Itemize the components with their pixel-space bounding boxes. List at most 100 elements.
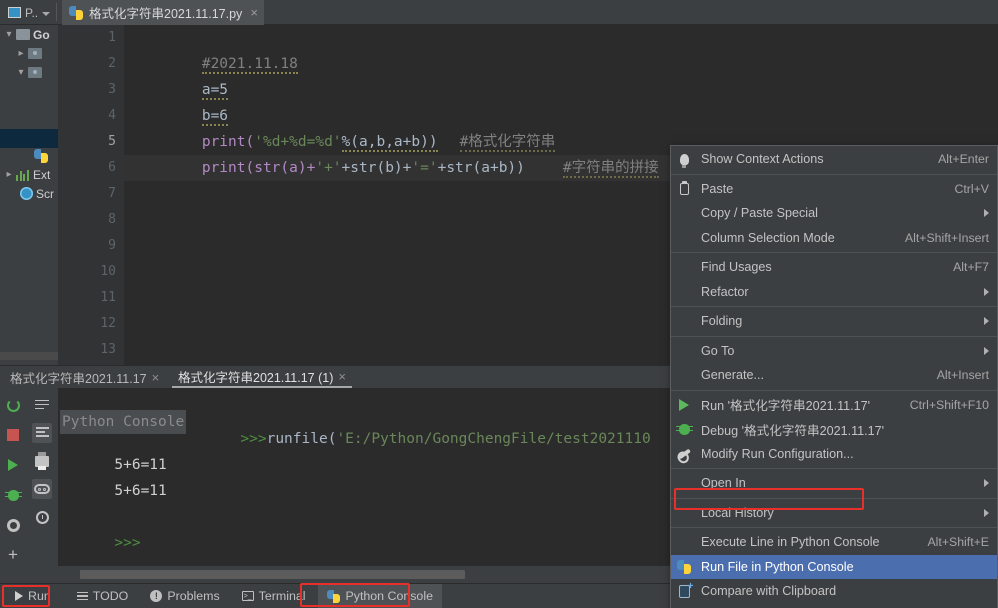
line-number: 6	[108, 160, 116, 175]
menu-item-accelerator: Alt+Shift+E	[927, 535, 989, 550]
tree-item-child-2[interactable]: ▾	[0, 63, 58, 82]
settings-button[interactable]	[3, 515, 23, 535]
menu-item-column-selection-mode[interactable]: Column Selection Mode Alt+Shift+Insert	[671, 226, 997, 251]
tree-item-py-file[interactable]	[0, 146, 58, 165]
folder-sub-icon	[28, 48, 42, 59]
statusbar-todo[interactable]: TODO	[68, 584, 138, 608]
line-number: 13	[100, 342, 116, 357]
menu-separator	[671, 527, 997, 528]
menu-item-label: Refactor	[701, 284, 749, 299]
code-line-2: a=5	[132, 51, 229, 100]
menu-item-run-file-in-python-console[interactable]: Run File in Python Console	[671, 554, 997, 579]
menu-item-create-gist[interactable]: Create Gist...	[671, 604, 997, 608]
close-icon[interactable]: ×	[152, 370, 160, 385]
menu-item-copy-paste-special[interactable]: Copy / Paste Special	[671, 201, 997, 226]
console-line-2: 5+6=11	[62, 452, 166, 499]
menu-item-show-context-actions[interactable]: Show Context Actions Alt+Enter	[671, 147, 997, 172]
chevron-down-icon[interactable]: ▾	[2, 29, 16, 40]
code-string: '+'	[315, 160, 342, 176]
project-tree-sidebar[interactable]: ▾ Go ▸ ▾ ▸ Ext Scr	[0, 25, 58, 365]
menu-item-accelerator: Ctrl+Shift+F10	[909, 397, 989, 412]
editor-horizontal-scrollbar[interactable]	[0, 352, 58, 360]
statusbar-terminal[interactable]: >_ Terminal	[233, 584, 315, 608]
menu-item-label: Copy / Paste Special	[701, 206, 818, 221]
rerun-button[interactable]	[3, 395, 23, 415]
close-icon[interactable]: ×	[338, 369, 346, 384]
statusbar-run[interactable]: Run	[6, 584, 60, 608]
python-file-icon	[34, 148, 48, 163]
tree-item-external-libraries[interactable]: ▸ Ext	[0, 165, 58, 184]
menu-item-accelerator: Alt+F7	[953, 260, 989, 275]
code-string: '='	[411, 160, 438, 176]
menu-separator	[671, 252, 997, 253]
statusbar-label: Terminal	[258, 589, 306, 603]
menu-item-open-in[interactable]: Open In	[671, 471, 997, 496]
menu-item-execute-line-in-python-console[interactable]: Execute Line in Python Console Alt+Shift…	[671, 530, 997, 555]
menu-item-refactor[interactable]: Refactor	[671, 280, 997, 305]
tree-item-root[interactable]: ▾ Go	[0, 25, 58, 44]
menu-item-run-file[interactable]: Run '格式化字符串2021.11.17' Ctrl+Shift+F10	[671, 393, 997, 418]
statusbar-label: Python Console	[345, 589, 433, 603]
console-path: 'E:/Python/GongChengFile/test2021110	[336, 431, 651, 447]
menu-item-find-usages[interactable]: Find Usages Alt+F7	[671, 255, 997, 280]
menu-item-modify-run-configuration[interactable]: Modify Run Configuration...	[671, 442, 997, 467]
statusbar-problems[interactable]: ! Problems	[141, 584, 228, 608]
code-line-1: #2021.11.18	[132, 25, 298, 74]
add-button[interactable]: +	[3, 545, 23, 565]
show-variables-icon	[34, 484, 50, 494]
code-line-4: print('%d+%d=%d'%(a,b,a+b)) #格式化字符串	[132, 103, 556, 152]
menu-item-accelerator: Alt+Insert	[936, 368, 989, 383]
wrench-icon	[676, 446, 692, 462]
menu-item-accelerator: Alt+Shift+Insert	[904, 230, 989, 245]
code-text: +str(b)+	[341, 160, 412, 176]
close-icon[interactable]: ×	[248, 6, 258, 19]
soft-wrap-button[interactable]	[32, 395, 52, 415]
menu-item-label: Find Usages	[701, 260, 772, 275]
submenu-arrow-icon	[984, 479, 989, 488]
project-tool-button[interactable]: P..	[4, 2, 54, 23]
chevron-right-icon[interactable]: ▸	[14, 48, 28, 59]
line-number: 11	[100, 290, 116, 305]
menu-item-compare-with-clipboard[interactable]: Compare with Clipboard	[671, 579, 997, 604]
console-tab-0[interactable]: 格式化字符串2021.11.17 ×	[4, 366, 165, 388]
settings-icon	[6, 518, 20, 532]
run-button[interactable]	[3, 455, 23, 475]
menu-item-label: Run File in Python Console	[701, 559, 854, 574]
project-button-label: P..	[25, 5, 39, 20]
chevron-down-icon[interactable]: ▾	[14, 67, 28, 78]
editor-tab-active[interactable]: 格式化字符串2021.11.17.py ×	[62, 0, 264, 25]
console-tab-1[interactable]: 格式化字符串2021.11.17 (1) ×	[172, 366, 352, 388]
show-variables-button[interactable]	[32, 479, 52, 499]
tree-item-scratches[interactable]: Scr	[0, 184, 58, 203]
menu-separator	[671, 306, 997, 307]
submenu-arrow-icon	[984, 346, 989, 355]
menu-item-folding[interactable]: Folding	[671, 309, 997, 334]
print-button[interactable]	[32, 451, 52, 471]
menu-item-local-history[interactable]: Local History	[671, 501, 997, 526]
line-number: 2	[108, 56, 116, 71]
line-number: 8	[108, 212, 116, 227]
menu-item-debug-file[interactable]: Debug '格式化字符串2021.11.17'	[671, 417, 997, 442]
chevron-right-icon[interactable]: ▸	[2, 169, 16, 180]
code-function-call: print(str(a)+	[201, 160, 316, 176]
chevron-down-icon[interactable]	[42, 12, 51, 16]
compare-icon	[676, 582, 694, 599]
python-icon	[676, 559, 692, 575]
history-button[interactable]	[32, 507, 52, 527]
menu-item-go-to[interactable]: Go To	[671, 339, 997, 364]
statusbar-python-console[interactable]: Python Console	[318, 583, 442, 608]
tree-item-child-1[interactable]: ▸	[0, 44, 58, 63]
soft-wrap-icon	[35, 399, 49, 411]
debug-button[interactable]	[3, 485, 23, 505]
todo-icon	[76, 591, 88, 601]
console-horizontal-scrollbar[interactable]	[80, 570, 465, 579]
console-tab-label: 格式化字符串2021.11.17	[10, 371, 147, 386]
scroll-to-end-button[interactable]	[32, 423, 52, 443]
editor-context-menu[interactable]: Show Context Actions Alt+Enter Paste Ctr…	[670, 145, 998, 608]
menu-item-paste[interactable]: Paste Ctrl+V	[671, 177, 997, 202]
menu-item-generate[interactable]: Generate... Alt+Insert	[671, 363, 997, 388]
menu-item-label: Local History	[701, 505, 774, 520]
stop-button[interactable]	[3, 425, 23, 445]
statusbar-label: Problems	[167, 589, 220, 603]
menu-item-label: Column Selection Mode	[701, 230, 835, 245]
